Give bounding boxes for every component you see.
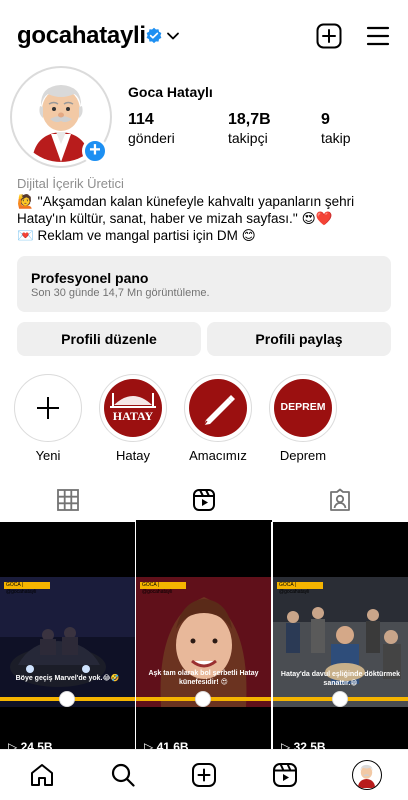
reel-logo-avatar xyxy=(195,691,211,707)
reel-image-smiling-woman xyxy=(136,577,271,707)
add-story-button[interactable]: + xyxy=(82,138,108,164)
professional-dashboard[interactable]: Profesyonel pano Son 30 günde 14,7 Mn gö… xyxy=(17,256,391,312)
avatar-illustration xyxy=(357,764,376,788)
highlight-label: Hatay xyxy=(116,448,150,463)
reel-logo-avatar xyxy=(332,691,348,707)
profile-full-name: Goca Hataylı xyxy=(128,84,213,100)
highlight-cover-text: HATAY xyxy=(112,409,154,423)
highlight-cover: DEPREM xyxy=(274,379,332,437)
stat-followers-value: 18,7B xyxy=(228,111,271,128)
reel-brand-tag: GOCA | @gocahatayli xyxy=(4,582,50,595)
reel-thumbnail[interactable]: GOCA | @gocahatayli Aşk tam olarak bol ş… xyxy=(136,522,271,750)
highlight-cover: HATAY xyxy=(104,379,162,437)
reels-icon[interactable] xyxy=(272,762,298,788)
stat-following-value: 9 xyxy=(321,111,330,128)
stat-following[interactable]: 9 takip xyxy=(321,111,351,146)
professional-dashboard-title: Profesyonel pano xyxy=(31,270,149,286)
reels-grid: GOCA | @gocahatayli Böye geçiş Marvel'de… xyxy=(0,522,408,750)
home-icon[interactable] xyxy=(29,762,55,788)
highlight-deprem[interactable]: DEPREM Deprem xyxy=(269,374,337,463)
create-icon[interactable] xyxy=(191,762,217,788)
highlight-cover xyxy=(189,379,247,437)
reel-caption: Böye geçiş Marvel'de yok.😂🤣 xyxy=(15,675,120,682)
top-bar: gocahatayli xyxy=(0,0,408,72)
pen-icon xyxy=(203,395,235,426)
grid-icon xyxy=(57,489,79,511)
tagged-user-icon xyxy=(330,488,350,511)
highlight-ring: DEPREM xyxy=(269,374,337,442)
chevron-down-icon[interactable] xyxy=(166,29,180,43)
highlight-ring xyxy=(14,374,82,442)
highlight-amacimiz[interactable]: Amacımız xyxy=(184,374,252,463)
highlight-label: Amacımız xyxy=(189,448,247,463)
reel-image-night-car xyxy=(0,577,135,707)
stat-followers[interactable]: 18,7B takipçi xyxy=(228,111,271,146)
reel-caption: Aşk tam olarak bol şerbetli Hatay künefe… xyxy=(148,670,259,686)
bio-line: 💌 Reklam ve mangal partisi için DM 😊 xyxy=(17,228,256,243)
bio-line: Hatay'ın kültür, sanat, haber ve mizah s… xyxy=(17,211,333,226)
stat-posts-value: 114 xyxy=(128,111,154,128)
grid-tab[interactable] xyxy=(0,480,136,522)
search-icon[interactable] xyxy=(110,762,136,788)
professional-dashboard-subtitle: Son 30 günde 14,7 Mn görüntüleme. xyxy=(31,287,210,299)
bottom-navigation xyxy=(0,749,408,800)
tagged-tab[interactable] xyxy=(272,480,408,522)
reel-logo-avatar xyxy=(59,691,75,707)
highlight-hatay[interactable]: HATAY Hatay xyxy=(99,374,167,463)
reel-caption: Hatay'da davul eşliğinde döktürmek sanat… xyxy=(280,671,401,687)
plus-icon xyxy=(37,397,59,419)
highlight-new[interactable]: Yeni xyxy=(14,374,82,463)
reel-brand-tag: GOCA | @gocahatayli xyxy=(140,582,186,595)
reel-thumbnail[interactable]: GOCA | @gocahatayli Hatay'da davul eşliğ… xyxy=(273,522,408,750)
reel-brand-tag: GOCA | @gocahatayli xyxy=(277,582,323,595)
hamburger-menu-icon[interactable] xyxy=(366,25,390,47)
profile-category: Dijital İçerik Üretici xyxy=(17,176,124,191)
stat-following-label: takip xyxy=(321,130,351,146)
verified-badge-icon xyxy=(146,27,162,44)
profile-bio: 🙋 ''Akşamdan kalan künefeyle kahvaltı ya… xyxy=(17,193,397,244)
reel-thumbnail[interactable]: GOCA | @gocahatayli Böye geçiş Marvel'de… xyxy=(0,522,135,750)
mosque-skyline-icon xyxy=(110,393,156,408)
highlight-label: Deprem xyxy=(279,448,327,463)
stat-posts-label: gönderi xyxy=(128,130,175,146)
highlight-cover-text: DEPREM xyxy=(280,401,326,413)
profile-username[interactable]: gocahatayli xyxy=(17,22,146,50)
bio-line: 🙋 ''Akşamdan kalan künefeyle kahvaltı ya… xyxy=(17,194,355,209)
new-post-icon[interactable] xyxy=(316,23,342,49)
highlight-ring: HATAY xyxy=(99,374,167,442)
stat-followers-label: takipçi xyxy=(228,130,268,146)
reels-icon xyxy=(193,489,215,511)
highlight-label: Yeni xyxy=(35,448,61,463)
profile-tabs xyxy=(0,480,408,522)
edit-profile-button[interactable]: Profili düzenle xyxy=(17,322,201,356)
stat-posts[interactable]: 114 gönderi xyxy=(128,111,175,146)
share-profile-button[interactable]: Profili paylaş xyxy=(207,322,391,356)
reels-tab[interactable] xyxy=(136,480,272,522)
profile-avatar[interactable] xyxy=(352,760,382,790)
highlight-ring xyxy=(184,374,252,442)
